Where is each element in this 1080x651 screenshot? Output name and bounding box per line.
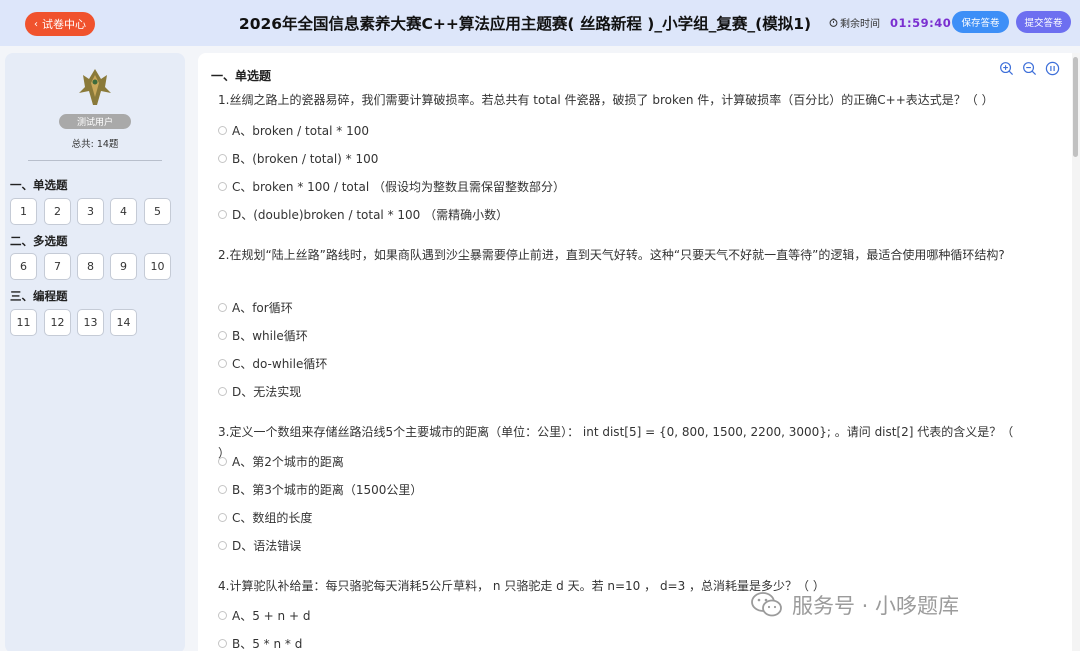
answer-option[interactable]: C、数组的长度 (218, 509, 312, 526)
radio-button[interactable] (218, 513, 227, 522)
option-label: A、5 + n + d (232, 609, 311, 623)
question-navigator: 测试用户 总共: 14题 一、单选题 1 2 3 4 5 二、多选题 6 7 8… (5, 53, 185, 651)
question-nav-button[interactable]: 2 (44, 198, 71, 225)
option-label: B、(broken / total) * 100 (232, 152, 379, 166)
question-nav-button[interactable]: 5 (144, 198, 171, 225)
option-label: A、for循环 (232, 301, 293, 315)
radio-button[interactable] (218, 387, 227, 396)
zoom-in-icon[interactable] (999, 61, 1014, 76)
user-name-badge: 测试用户 (59, 114, 131, 129)
top-bar: ‹ 试卷中心 2026年全国信息素养大赛C++算法应用主题赛( 丝路新程 )_小… (0, 0, 1080, 46)
question-nav-button[interactable]: 12 (44, 309, 71, 336)
back-to-paper-center-button[interactable]: ‹ 试卷中心 (25, 12, 95, 36)
question-nav-button[interactable]: 1 (10, 198, 37, 225)
radio-button[interactable] (218, 126, 227, 135)
pause-icon[interactable] (1045, 61, 1060, 76)
question-nav-button[interactable]: 4 (110, 198, 137, 225)
question-nav-button[interactable]: 10 (144, 253, 171, 280)
radio-button[interactable] (218, 639, 227, 648)
question-nav-button[interactable]: 8 (77, 253, 104, 280)
question-text: 1.丝绸之路上的瓷器易碎，我们需要计算破损率。若总共有 total 件瓷器，破损… (218, 93, 994, 107)
view-tools (999, 61, 1060, 76)
radio-button[interactable] (218, 303, 227, 312)
radio-button[interactable] (218, 154, 227, 163)
question-nav-button[interactable]: 7 (44, 253, 71, 280)
question-1: 1.丝绸之路上的瓷器易碎，我们需要计算破损率。若总共有 total 件瓷器，破损… (218, 90, 1018, 111)
answer-option[interactable]: A、5 + n + d (218, 607, 310, 624)
answer-option[interactable]: B、(broken / total) * 100 (218, 150, 378, 167)
answer-option[interactable]: C、broken * 100 / total （假设均为整数且需保留整数部分） (218, 178, 565, 195)
exam-title: 2026年全国信息素养大赛C++算法应用主题赛( 丝路新程 )_小学组_复赛_(… (238, 15, 812, 33)
section-title: 一、单选题 (211, 69, 272, 83)
radio-button[interactable] (218, 541, 227, 550)
option-label: B、第3个城市的距离（1500公里） (232, 483, 423, 497)
chevron-left-icon: ‹ (34, 18, 38, 30)
answer-option[interactable]: B、第3个城市的距离（1500公里） (218, 481, 422, 498)
question-nav-button[interactable]: 3 (77, 198, 104, 225)
timer-value: 01:59:40 (890, 15, 952, 30)
answer-option[interactable]: B、while循环 (218, 327, 308, 344)
question-panel: 一、单选题 1.丝绸之路上的瓷器易碎，我们需要计算破损率。若总共有 total … (198, 53, 1080, 651)
countdown-timer: 剩余时间 01:59:40 (829, 15, 951, 30)
scrollbar-thumb[interactable] (1073, 57, 1078, 157)
answer-option[interactable]: D、(double)broken / total * 100 （需精确小数） (218, 206, 508, 223)
option-label: C、do-while循环 (232, 357, 328, 371)
watermark-text: 服务号 · 小哆题库 (792, 594, 960, 618)
question-nav-button[interactable]: 14 (110, 309, 137, 336)
question-nav-button[interactable]: 11 (10, 309, 37, 336)
answer-option[interactable]: A、broken / total * 100 (218, 122, 369, 139)
nav-section-multiple-choice: 二、多选题 (10, 234, 68, 248)
option-label: B、while循环 (232, 329, 308, 343)
save-answers-button[interactable]: 保存答卷 (952, 11, 1009, 33)
option-label: A、broken / total * 100 (232, 124, 369, 138)
timer-icon (829, 18, 838, 27)
radio-button[interactable] (218, 611, 227, 620)
question-2: 2.在规划“陆上丝路”路线时，如果商队遇到沙尘暴需要停止前进，直到天气好转。这种… (218, 245, 1018, 266)
option-label: C、数组的长度 (232, 511, 313, 525)
watermark: 服务号 · 小哆题库 (750, 590, 959, 620)
option-label: A、第2个城市的距离 (232, 455, 344, 469)
option-label: D、(double)broken / total * 100 （需精确小数） (232, 208, 509, 222)
submit-answers-button[interactable]: 提交答卷 (1016, 11, 1071, 33)
zoom-out-icon[interactable] (1022, 61, 1037, 76)
back-button-label: 试卷中心 (42, 18, 86, 31)
question-text: 2.在规划“陆上丝路”路线时，如果商队遇到沙尘暴需要停止前进，直到天气好转。这种… (218, 248, 1005, 262)
nav-section-single-choice: 一、单选题 (10, 178, 68, 192)
timer-label: 剩余时间 (840, 19, 880, 30)
avatar (79, 69, 111, 105)
wechat-icon (751, 592, 782, 617)
answer-option[interactable]: A、for循环 (218, 299, 293, 316)
answer-option[interactable]: D、无法实现 (218, 383, 301, 400)
answer-option[interactable]: B、5 * n * d (218, 635, 302, 651)
question-nav-button[interactable]: 9 (110, 253, 137, 280)
option-label: C、broken * 100 / total （假设均为整数且需保留整数部分） (232, 180, 565, 194)
total-count: 总共: 14题 (71, 139, 119, 150)
radio-button[interactable] (218, 210, 227, 219)
radio-button[interactable] (218, 331, 227, 340)
radio-button[interactable] (218, 485, 227, 494)
answer-option[interactable]: A、第2个城市的距离 (218, 453, 344, 470)
nav-section-programming: 三、编程题 (10, 289, 68, 303)
divider (28, 160, 162, 161)
option-label: D、无法实现 (232, 385, 302, 399)
radio-button[interactable] (218, 182, 227, 191)
option-label: B、5 * n * d (232, 637, 303, 651)
answer-option[interactable]: C、do-while循环 (218, 355, 327, 372)
answer-option[interactable]: D、语法错误 (218, 537, 301, 554)
option-label: D、语法错误 (232, 539, 302, 553)
question-nav-button[interactable]: 6 (10, 253, 37, 280)
radio-button[interactable] (218, 457, 227, 466)
radio-button[interactable] (218, 359, 227, 368)
question-nav-button[interactable]: 13 (77, 309, 104, 336)
